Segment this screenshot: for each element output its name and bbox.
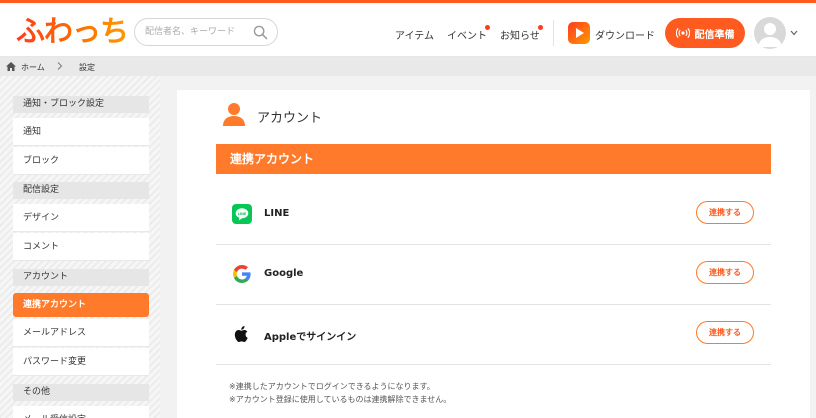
provider-name-line: LINE <box>264 208 290 219</box>
nav-event-link[interactable]: イベント <box>447 27 487 42</box>
chevron-right-icon <box>57 62 63 70</box>
link-google-button[interactable]: 連携する <box>696 261 754 284</box>
line-icon: LINE <box>232 204 252 224</box>
nav-news-link[interactable]: お知らせ <box>500 27 540 42</box>
provider-name-google: Google <box>264 268 304 279</box>
breadcrumb-current: 設定 <box>79 63 95 72</box>
event-notification-dot <box>485 25 490 30</box>
user-silhouette-icon <box>758 23 782 47</box>
link-line-button[interactable]: 連携する <box>696 201 754 224</box>
sidebar-group-notify-block: 通知・ブロック設定 <box>13 96 149 113</box>
search-icon[interactable] <box>253 25 268 40</box>
live-prepare-label: 配信準備 <box>694 29 735 41</box>
user-avatar[interactable] <box>754 17 786 49</box>
site-logo[interactable]: ふわっち <box>16 8 129 50</box>
note-login-enabled: ※連携したアカウントでログインできるようになります。 <box>229 382 435 391</box>
provider-row-google: Google 連携する <box>216 245 771 305</box>
settings-main-panel: アカウント 連携アカウント LINE LINE 連携する Google 連携する… <box>177 90 810 418</box>
note-cannot-unlink: ※アカウント登録に使用しているものは連携解除できません。 <box>229 395 452 404</box>
link-apple-button[interactable]: 連携する <box>696 321 754 344</box>
breadcrumb: ホーム 設定 <box>0 57 816 76</box>
logo-text[interactable]: ふわっち <box>16 8 129 50</box>
sidebar-item-design[interactable]: デザイン <box>13 204 149 232</box>
download-app-icon[interactable] <box>568 22 590 44</box>
sidebar-item-linked-accounts[interactable]: 連携アカウント <box>13 293 149 317</box>
home-icon[interactable] <box>6 62 16 71</box>
news-notification-dot <box>538 25 543 30</box>
breadcrumb-home[interactable]: ホーム <box>21 62 45 73</box>
header-divider <box>553 20 554 46</box>
google-icon <box>233 265 251 283</box>
site-header: ふわっち アイテム イベント お知らせ ダウンロード 配信準備 <box>0 3 816 57</box>
sidebar-item-email[interactable]: メールアドレス <box>13 319 149 347</box>
chevron-down-icon[interactable] <box>790 30 798 36</box>
broadcast-icon <box>675 27 690 39</box>
sidebar-item-password[interactable]: パスワード変更 <box>13 348 149 376</box>
sidebar-item-notifications[interactable]: 通知 <box>13 118 149 146</box>
search-input[interactable] <box>145 23 253 41</box>
settings-sidebar: 通知・ブロック設定 通知 ブロック 配信設定 デザイン コメント アカウント 連… <box>0 76 160 418</box>
provider-name-apple: Appleでサインイン <box>264 332 357 343</box>
download-link[interactable]: ダウンロード <box>595 27 655 42</box>
sidebar-item-comments[interactable]: コメント <box>13 233 149 261</box>
section-header-linked-accounts: 連携アカウント <box>216 144 771 174</box>
page-title: アカウント <box>257 111 323 126</box>
nav-items-link[interactable]: アイテム <box>395 27 434 42</box>
svg-text:LINE: LINE <box>238 212 247 216</box>
account-person-icon <box>223 103 245 126</box>
search-box[interactable] <box>134 18 278 46</box>
sidebar-group-broadcast: 配信設定 <box>13 182 149 199</box>
sidebar-item-block[interactable]: ブロック <box>13 147 149 175</box>
apple-icon <box>234 326 248 342</box>
live-prepare-button[interactable]: 配信準備 <box>665 18 745 48</box>
provider-row-line: LINE LINE 連携する <box>216 185 771 245</box>
provider-row-apple: Appleでサインイン 連携する <box>216 305 771 365</box>
sidebar-group-account: アカウント <box>13 269 149 286</box>
sidebar-item-mail-settings[interactable]: メール受信設定 <box>13 406 149 418</box>
sidebar-group-other: その他 <box>13 384 149 401</box>
